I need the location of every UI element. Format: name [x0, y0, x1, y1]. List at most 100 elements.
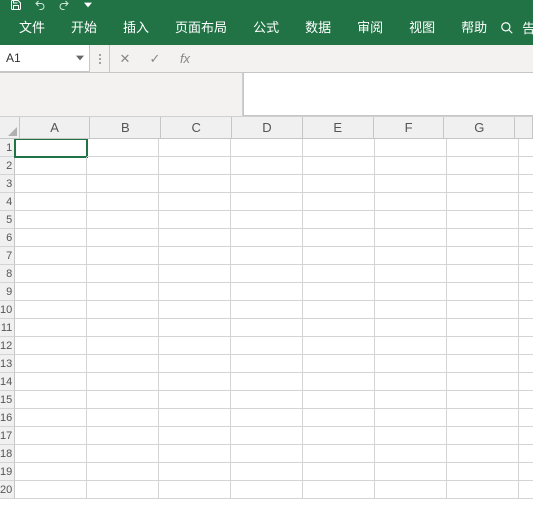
cell[interactable] [519, 283, 533, 301]
cell[interactable] [519, 391, 533, 409]
cell[interactable] [519, 373, 533, 391]
cell[interactable] [375, 319, 447, 337]
row-header-7[interactable]: 7 [0, 247, 15, 265]
cell[interactable] [447, 247, 519, 265]
cell[interactable] [87, 427, 159, 445]
cell[interactable] [303, 427, 375, 445]
cell[interactable] [519, 319, 533, 337]
cell[interactable] [231, 283, 303, 301]
cell[interactable] [375, 265, 447, 283]
cell[interactable] [375, 445, 447, 463]
cell[interactable] [519, 229, 533, 247]
tab-formulas[interactable]: 公式 [240, 9, 292, 46]
cell[interactable] [15, 391, 87, 409]
row-header-4[interactable]: 4 [0, 193, 15, 211]
cell[interactable] [87, 319, 159, 337]
cell[interactable] [447, 265, 519, 283]
tab-page-layout[interactable]: 页面布局 [162, 9, 240, 46]
cell[interactable] [159, 481, 231, 499]
cell[interactable] [303, 409, 375, 427]
col-header-B[interactable]: B [90, 117, 161, 139]
cell[interactable] [303, 481, 375, 499]
cell[interactable] [447, 157, 519, 175]
cell[interactable] [231, 175, 303, 193]
cell[interactable] [447, 229, 519, 247]
cell[interactable] [303, 247, 375, 265]
col-header-G[interactable]: G [444, 117, 515, 139]
row-header-16[interactable]: 16 [0, 409, 15, 427]
cell[interactable] [303, 139, 375, 157]
cell[interactable] [303, 391, 375, 409]
cell[interactable] [159, 247, 231, 265]
cell[interactable] [375, 157, 447, 175]
cell[interactable] [159, 445, 231, 463]
cell[interactable] [375, 337, 447, 355]
cell[interactable] [447, 193, 519, 211]
cell[interactable] [447, 139, 519, 157]
cell[interactable] [375, 175, 447, 193]
confirm-button[interactable]: ✓ [140, 51, 170, 67]
cell[interactable] [375, 211, 447, 229]
cell[interactable] [375, 463, 447, 481]
cell[interactable] [231, 427, 303, 445]
cell[interactable] [15, 247, 87, 265]
row-header-10[interactable]: 10 [0, 301, 15, 319]
cell[interactable] [87, 283, 159, 301]
cell[interactable] [375, 139, 447, 157]
cell[interactable] [447, 337, 519, 355]
cell[interactable] [519, 355, 533, 373]
cell[interactable] [87, 463, 159, 481]
tell-me[interactable]: 告 [520, 18, 533, 37]
cancel-button[interactable]: ✕ [110, 51, 140, 67]
cell[interactable] [159, 409, 231, 427]
cell[interactable] [375, 373, 447, 391]
row-header-20[interactable]: 20 [0, 481, 15, 499]
cell[interactable] [375, 391, 447, 409]
cell[interactable] [375, 355, 447, 373]
cell[interactable] [15, 481, 87, 499]
cell[interactable] [231, 193, 303, 211]
cell[interactable] [303, 445, 375, 463]
cell[interactable] [87, 193, 159, 211]
row-header-14[interactable]: 14 [0, 373, 15, 391]
cell[interactable] [15, 373, 87, 391]
cell[interactable] [375, 427, 447, 445]
cell[interactable] [375, 301, 447, 319]
cell[interactable] [519, 481, 533, 499]
cell[interactable] [303, 373, 375, 391]
cell[interactable] [87, 481, 159, 499]
search-icon[interactable] [500, 21, 514, 35]
cell[interactable] [159, 283, 231, 301]
cell[interactable] [159, 373, 231, 391]
cell[interactable] [15, 139, 87, 157]
row-header-13[interactable]: 13 [0, 355, 15, 373]
cell[interactable] [231, 373, 303, 391]
cell[interactable] [303, 193, 375, 211]
row-header-1[interactable]: 1 [0, 139, 15, 157]
cell[interactable] [15, 265, 87, 283]
cell[interactable] [87, 247, 159, 265]
cell[interactable] [87, 409, 159, 427]
cell[interactable] [231, 481, 303, 499]
row-header-11[interactable]: 11 [0, 319, 15, 337]
row-header-15[interactable]: 15 [0, 391, 15, 409]
cell[interactable] [519, 157, 533, 175]
cell[interactable] [447, 391, 519, 409]
cell[interactable] [231, 409, 303, 427]
cell[interactable] [231, 445, 303, 463]
cell[interactable] [231, 319, 303, 337]
cell[interactable] [15, 337, 87, 355]
cell[interactable] [303, 337, 375, 355]
name-box[interactable]: A1 [0, 45, 90, 72]
formula-input[interactable] [243, 73, 533, 116]
cell[interactable] [231, 247, 303, 265]
col-header-E[interactable]: E [303, 117, 374, 139]
cell[interactable] [519, 247, 533, 265]
cell[interactable] [303, 229, 375, 247]
cell[interactable] [87, 445, 159, 463]
row-header-2[interactable]: 2 [0, 157, 15, 175]
cell[interactable] [447, 301, 519, 319]
cell[interactable] [15, 193, 87, 211]
tab-insert[interactable]: 插入 [110, 9, 162, 46]
cell[interactable] [231, 355, 303, 373]
